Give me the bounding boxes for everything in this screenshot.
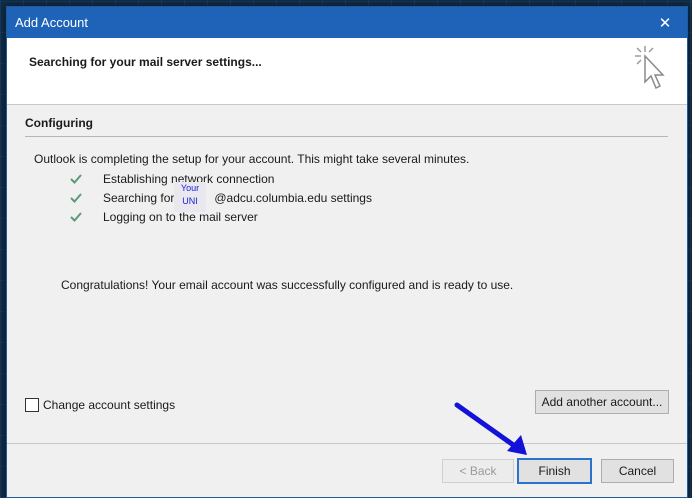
step-label-prefix: Searching for bbox=[103, 191, 175, 205]
section-label: Configuring bbox=[25, 116, 93, 130]
back-button[interactable]: < Back bbox=[442, 459, 514, 483]
uni-annotation-line1: Your bbox=[180, 183, 200, 193]
close-button[interactable]: ✕ bbox=[643, 7, 687, 38]
busy-cursor-icon bbox=[635, 46, 665, 90]
header-heading: Searching for your mail server settings.… bbox=[29, 55, 262, 69]
checkmark-icon bbox=[70, 193, 82, 203]
add-account-dialog: Add Account ✕ Searching for your mail se… bbox=[6, 6, 688, 498]
footer-divider bbox=[7, 443, 687, 444]
success-message: Congratulations! Your email account was … bbox=[61, 278, 514, 292]
checkbox-box[interactable] bbox=[25, 398, 39, 412]
dialog-header: Searching for your mail server settings.… bbox=[7, 38, 687, 105]
title-bar: Add Account ✕ bbox=[7, 7, 687, 38]
step-item: Logging on to the mail server bbox=[69, 208, 258, 226]
checkmark-icon bbox=[70, 174, 82, 184]
step-item: Establishing network connection bbox=[69, 170, 274, 188]
step-item: Searching for @adcu.columbia.edu setting… bbox=[69, 189, 372, 207]
change-settings-checkbox[interactable]: Change account settings bbox=[25, 398, 175, 412]
add-another-account-button[interactable]: Add another account... bbox=[535, 390, 669, 414]
window-title: Add Account bbox=[15, 15, 88, 30]
step-label-suffix: @adcu.columbia.edu settings bbox=[214, 191, 372, 205]
section-divider bbox=[25, 136, 668, 137]
status-intro: Outlook is completing the setup for your… bbox=[34, 152, 470, 166]
step-label: Logging on to the mail server bbox=[103, 210, 258, 224]
checkmark-icon bbox=[70, 212, 82, 222]
annotation-arrow-icon bbox=[454, 402, 527, 455]
cancel-button[interactable]: Cancel bbox=[601, 459, 674, 483]
finish-button[interactable]: Finish bbox=[517, 458, 592, 484]
close-icon: ✕ bbox=[658, 14, 672, 32]
uni-annotation-line2: UNI bbox=[182, 196, 198, 206]
change-settings-label: Change account settings bbox=[43, 398, 176, 412]
